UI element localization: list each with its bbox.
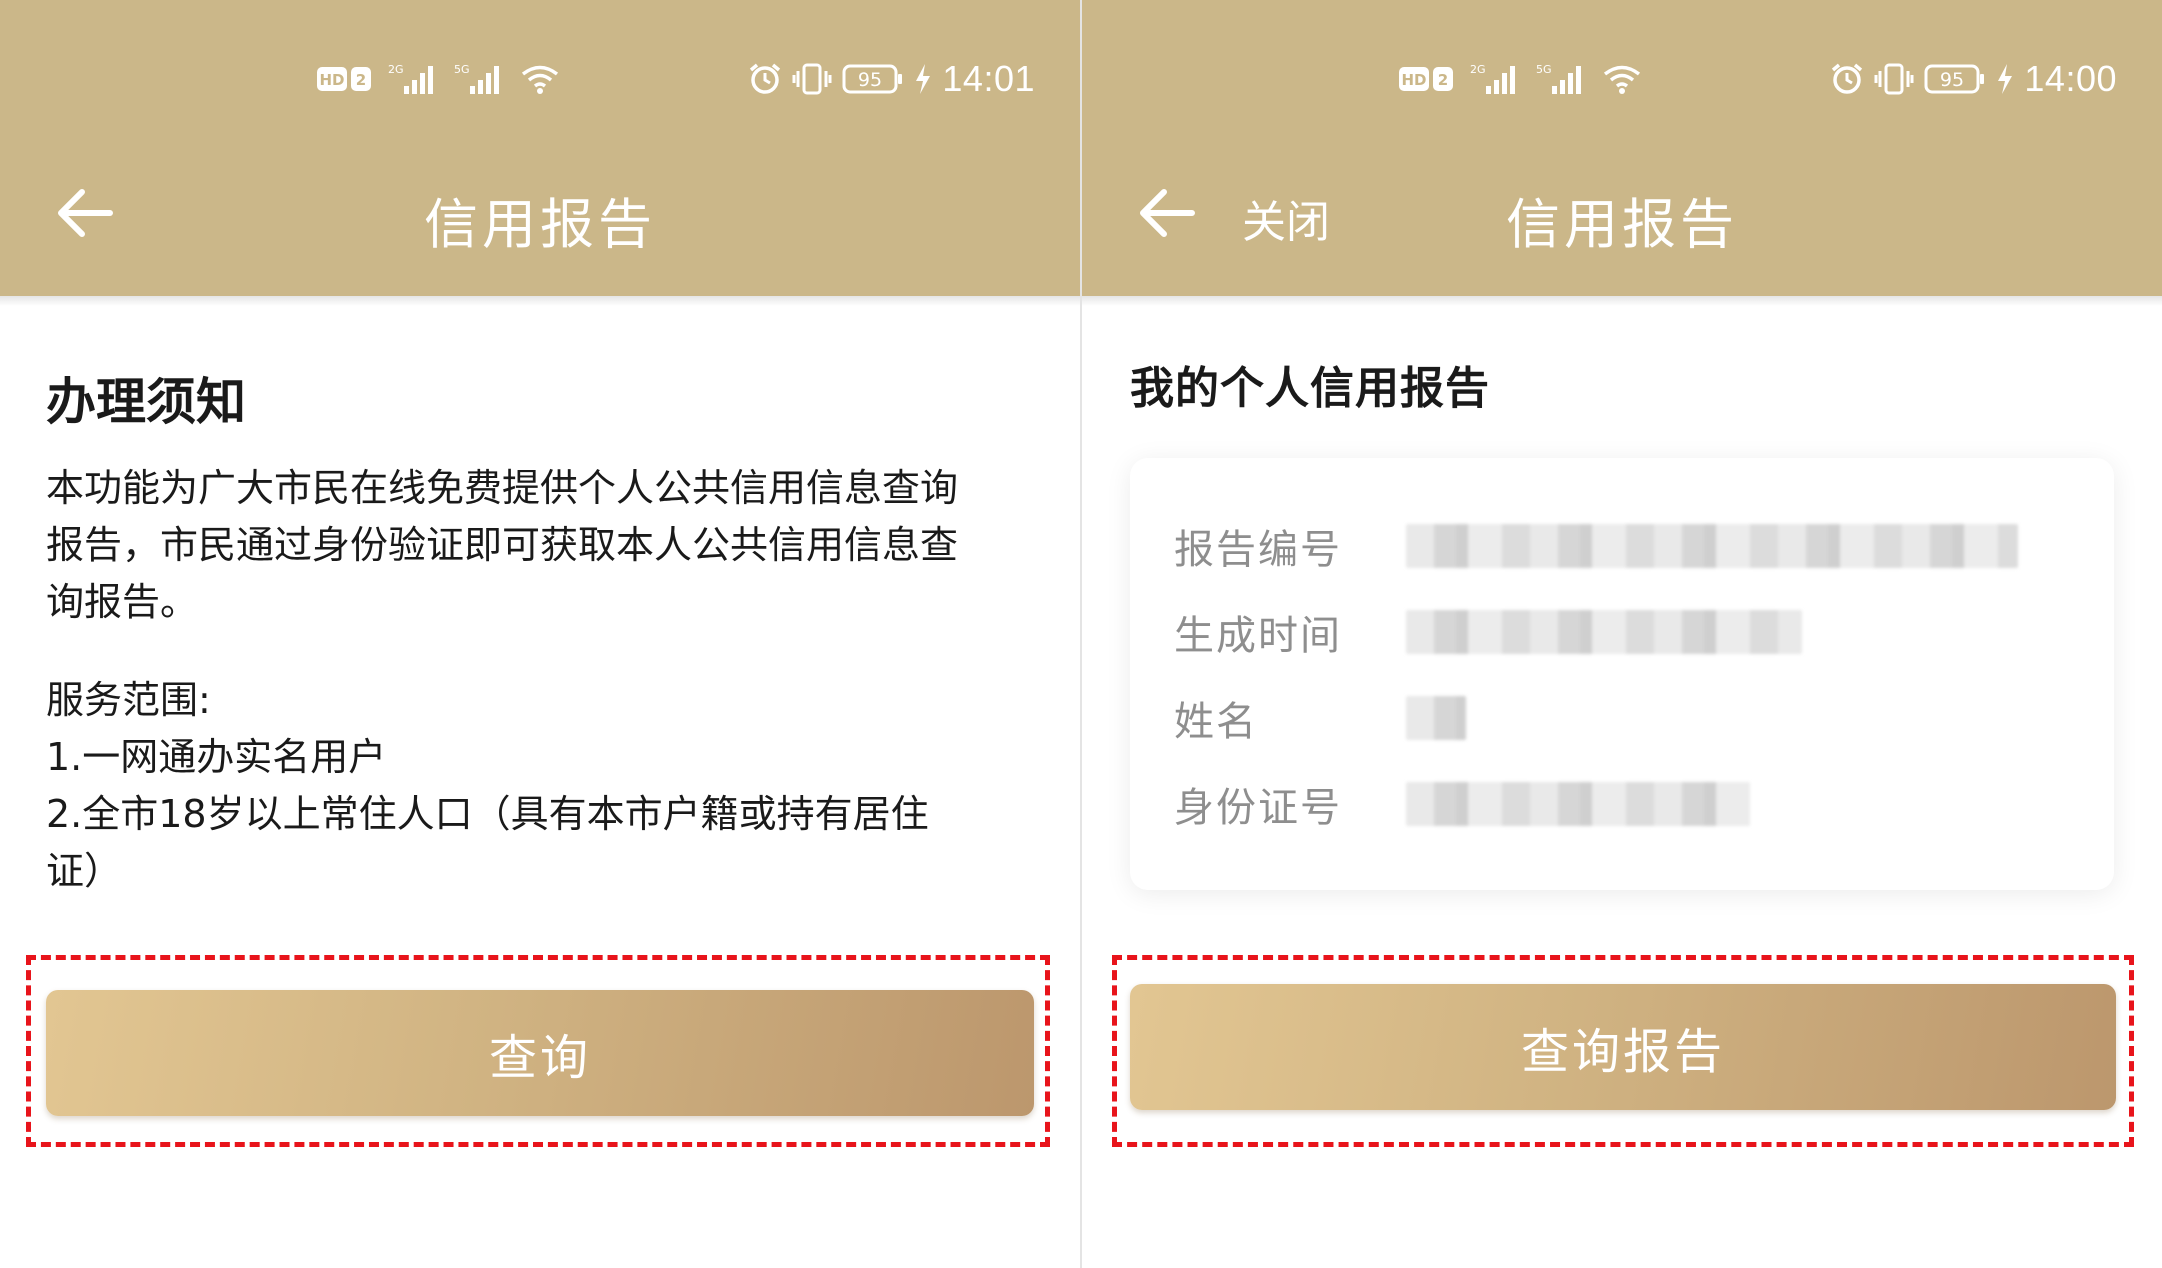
signal-bars-icon: 2G bbox=[1470, 62, 1522, 96]
query-button[interactable]: 查询 bbox=[46, 990, 1034, 1116]
redacted-value bbox=[1406, 524, 2018, 568]
svg-text:95: 95 bbox=[1940, 69, 1964, 91]
wifi-icon bbox=[520, 63, 560, 95]
svg-text:5G: 5G bbox=[454, 63, 470, 76]
field-label: 身份证号 bbox=[1174, 785, 1342, 831]
page-title: 信用报告 bbox=[1506, 193, 1738, 256]
signal-bars-icon: 5G bbox=[1536, 62, 1588, 96]
vibrate-icon bbox=[1874, 63, 1914, 95]
page-title: 信用报告 bbox=[424, 193, 656, 256]
status-bar-left-icons: HD 2 2G 5G bbox=[316, 58, 560, 100]
svg-text:HD: HD bbox=[319, 71, 344, 89]
field-name: 姓名 bbox=[1174, 688, 1466, 748]
field-label: 姓名 bbox=[1174, 699, 1258, 745]
status-clock: 14:01 bbox=[942, 58, 1035, 99]
signal-bars-icon: 5G bbox=[454, 62, 506, 96]
signal-bars-icon: 2G bbox=[388, 62, 440, 96]
redacted-value bbox=[1406, 782, 1750, 826]
svg-text:95: 95 bbox=[858, 69, 882, 91]
scope-item: 1.一网通办实名用户 bbox=[46, 735, 387, 779]
alarm-icon bbox=[748, 62, 782, 96]
scope-item: 2.全市18岁以上常住人口（具有本市户籍或持有居住 证） bbox=[46, 792, 929, 893]
status-bar-right-icons: 95 14:01 bbox=[748, 58, 1035, 100]
redacted-value bbox=[1406, 610, 1802, 654]
hd-badge-icon: HD 2 bbox=[316, 64, 374, 94]
charging-icon bbox=[914, 63, 932, 95]
field-label: 报告编号 bbox=[1174, 527, 1342, 573]
field-id-number: 身份证号 bbox=[1174, 774, 1750, 834]
left-screen: HD 2 2G 5G 95 14:01 信用报告 办理须知 本功能为广大市民在线免… bbox=[0, 0, 1080, 1268]
vibrate-icon bbox=[792, 63, 832, 95]
svg-text:5G: 5G bbox=[1536, 63, 1552, 76]
notice-title: 办理须知 bbox=[46, 373, 246, 431]
wifi-icon bbox=[1602, 63, 1642, 95]
report-info-card: 报告编号 生成时间 姓名 身份证号 bbox=[1130, 458, 2114, 890]
battery-icon: 95 bbox=[842, 63, 904, 95]
query-report-button[interactable]: 查询报告 bbox=[1130, 984, 2116, 1110]
hd-badge-icon: HD 2 bbox=[1398, 64, 1456, 94]
redacted-value bbox=[1406, 696, 1466, 740]
right-screen: HD 2 2G 5G 95 14:00 关闭 信用报告 我的个人信用报告 报告编… bbox=[1082, 0, 2162, 1268]
service-scope: 服务范围: 1.一网通办实名用户 2.全市18岁以上常住人口（具有本市户籍或持有… bbox=[46, 672, 1036, 900]
status-bar-left-icons: HD 2 2G 5G bbox=[1398, 58, 1642, 100]
svg-text:2G: 2G bbox=[1470, 63, 1486, 76]
notice-body: 本功能为广大市民在线免费提供个人公共信用信息查询 报告，市民通过身份验证即可获取… bbox=[46, 466, 959, 624]
svg-text:2: 2 bbox=[356, 71, 366, 89]
status-clock: 14:00 bbox=[2024, 58, 2117, 99]
svg-text:2: 2 bbox=[1438, 71, 1448, 89]
scope-title: 服务范围: bbox=[46, 678, 211, 722]
battery-icon: 95 bbox=[1924, 63, 1986, 95]
svg-text:HD: HD bbox=[1401, 71, 1426, 89]
charging-icon bbox=[1996, 63, 2014, 95]
field-label: 生成时间 bbox=[1174, 613, 1342, 659]
status-bar-right-icons: 95 14:00 bbox=[1830, 58, 2117, 100]
field-generated-time: 生成时间 bbox=[1174, 602, 1802, 662]
svg-text:2G: 2G bbox=[388, 63, 404, 76]
alarm-icon bbox=[1830, 62, 1864, 96]
field-report-number: 报告编号 bbox=[1174, 516, 2018, 576]
report-heading: 我的个人信用报告 bbox=[1130, 363, 1490, 414]
